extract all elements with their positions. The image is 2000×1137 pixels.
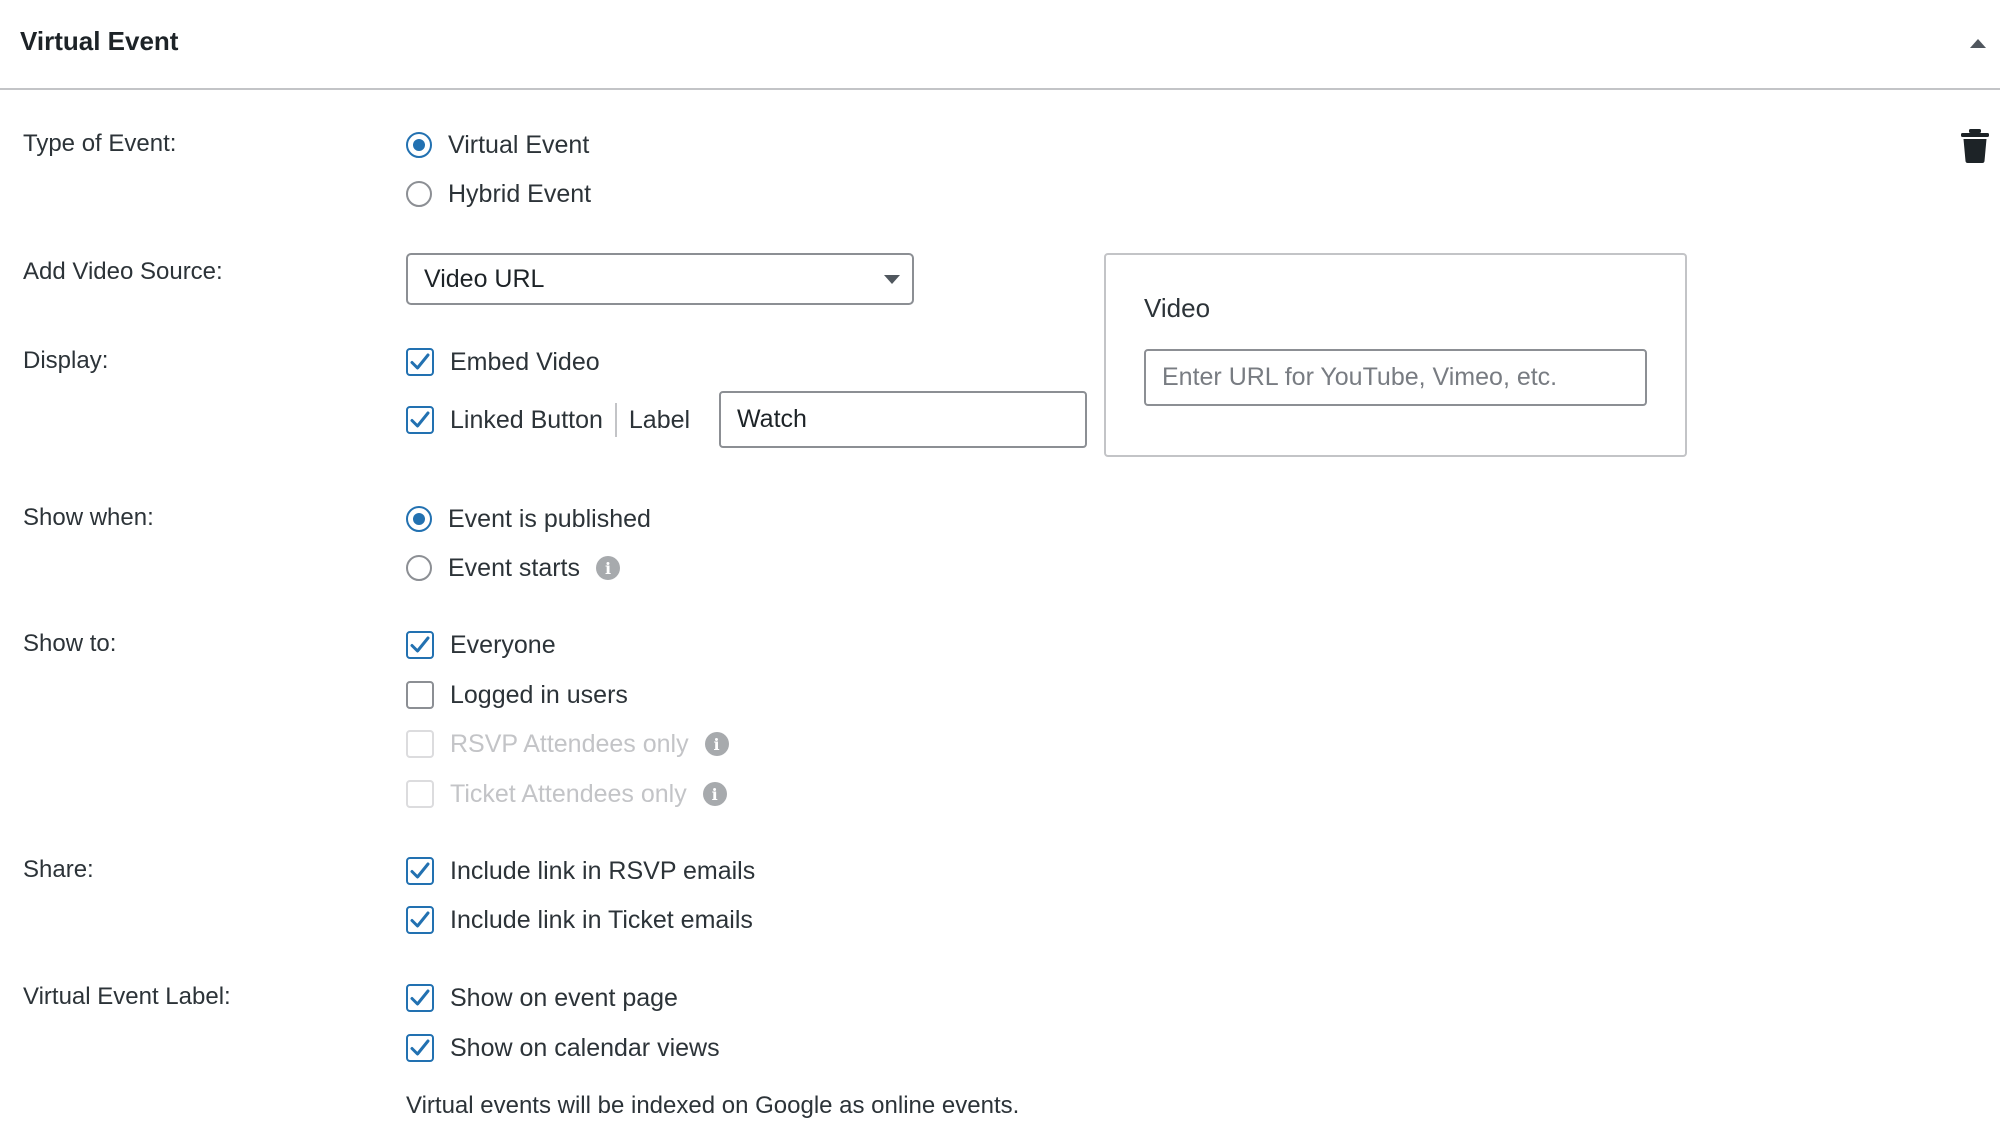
radio-virtual-event-label: Virtual Event xyxy=(448,130,590,159)
checkbox-disabled xyxy=(406,780,434,808)
trash-icon xyxy=(1960,129,1990,168)
video-url-input[interactable] xyxy=(1144,349,1647,406)
checkbox-checked[interactable] xyxy=(406,348,434,376)
display-label: Display: xyxy=(23,347,109,374)
radio-event-starts[interactable]: Event starts i xyxy=(406,550,620,586)
checkbox-rsvp-attendees-only: RSVP Attendees only i xyxy=(406,726,729,762)
video-box-title: Video xyxy=(1144,293,1211,323)
add-video-source-label: Add Video Source: xyxy=(23,258,223,285)
include-link-ticket-label: Include link in Ticket emails xyxy=(450,905,753,934)
checkbox-ticket-attendees-only: Ticket Attendees only i xyxy=(406,776,727,812)
show-to-label: Show to: xyxy=(23,630,117,657)
type-of-event-label: Type of Event: xyxy=(23,130,177,157)
triangle-up-icon xyxy=(1964,30,1992,58)
checkbox-checked[interactable] xyxy=(406,857,434,885)
radio-event-is-published[interactable]: Event is published xyxy=(406,501,651,537)
indexing-note: Virtual events will be indexed on Google… xyxy=(406,1092,1020,1119)
checkbox-unchecked[interactable] xyxy=(406,681,434,709)
checkbox-linked-button[interactable]: Linked Button Label xyxy=(406,402,690,438)
info-icon[interactable]: i xyxy=(704,732,729,756)
radio-button[interactable] xyxy=(406,181,432,207)
checkbox-disabled xyxy=(406,730,434,758)
checkbox-checked[interactable] xyxy=(406,406,434,434)
radio-hybrid-event[interactable]: Hybrid Event xyxy=(406,176,591,212)
rsvp-attendees-only-label: RSVP Attendees only xyxy=(450,729,689,758)
video-source-selected-value: Video URL xyxy=(424,264,545,293)
virtual-event-panel: Virtual Event Type of Event: Virtual Eve… xyxy=(0,0,2000,1137)
share-label: Share: xyxy=(23,856,94,883)
show-when-label: Show when: xyxy=(23,504,154,531)
show-on-event-page-label: Show on event page xyxy=(450,983,678,1012)
button-label-input[interactable] xyxy=(719,391,1087,448)
radio-button[interactable] xyxy=(406,555,432,581)
checkbox-checked[interactable] xyxy=(406,631,434,659)
radio-button-selected[interactable] xyxy=(406,132,432,158)
everyone-label: Everyone xyxy=(450,630,556,659)
divider xyxy=(614,403,617,437)
panel-title: Virtual Event xyxy=(20,26,179,56)
checkbox-logged-in-users[interactable]: Logged in users xyxy=(406,677,628,713)
checkbox-embed-video[interactable]: Embed Video xyxy=(406,344,600,380)
checkbox-include-link-rsvp[interactable]: Include link in RSVP emails xyxy=(406,853,755,889)
chevron-down-icon xyxy=(884,275,900,284)
event-is-published-label: Event is published xyxy=(448,504,651,533)
event-starts-label: Event starts xyxy=(448,553,580,582)
panel-header: Virtual Event xyxy=(0,0,2000,90)
logged-in-users-label: Logged in users xyxy=(450,680,628,709)
radio-virtual-event[interactable]: Virtual Event xyxy=(406,127,589,163)
embed-video-label: Embed Video xyxy=(450,347,600,376)
info-icon[interactable]: i xyxy=(596,556,620,580)
collapse-toggle-button[interactable] xyxy=(1964,30,1992,58)
checkbox-show-on-event-page[interactable]: Show on event page xyxy=(406,980,678,1016)
video-url-box: Video xyxy=(1104,253,1687,457)
button-label-caption: Label xyxy=(628,405,691,434)
show-on-calendar-views-label: Show on calendar views xyxy=(450,1033,720,1062)
checkbox-show-on-calendar-views[interactable]: Show on calendar views xyxy=(406,1030,720,1066)
video-source-select[interactable]: Video URL xyxy=(406,253,914,305)
checkbox-checked[interactable] xyxy=(406,906,434,934)
virtual-event-label-label: Virtual Event Label: xyxy=(23,983,231,1010)
checkbox-checked[interactable] xyxy=(406,984,434,1012)
linked-button-label: Linked Button xyxy=(450,405,603,434)
ticket-attendees-only-label: Ticket Attendees only xyxy=(450,779,687,808)
info-icon[interactable]: i xyxy=(702,782,727,806)
checkbox-checked[interactable] xyxy=(406,1034,434,1062)
delete-button[interactable] xyxy=(1960,128,1990,164)
include-link-rsvp-label: Include link in RSVP emails xyxy=(450,856,756,885)
checkbox-include-link-ticket[interactable]: Include link in Ticket emails xyxy=(406,902,753,938)
checkbox-everyone[interactable]: Everyone xyxy=(406,627,556,663)
radio-hybrid-event-label: Hybrid Event xyxy=(448,179,592,208)
radio-button-selected[interactable] xyxy=(406,506,432,532)
